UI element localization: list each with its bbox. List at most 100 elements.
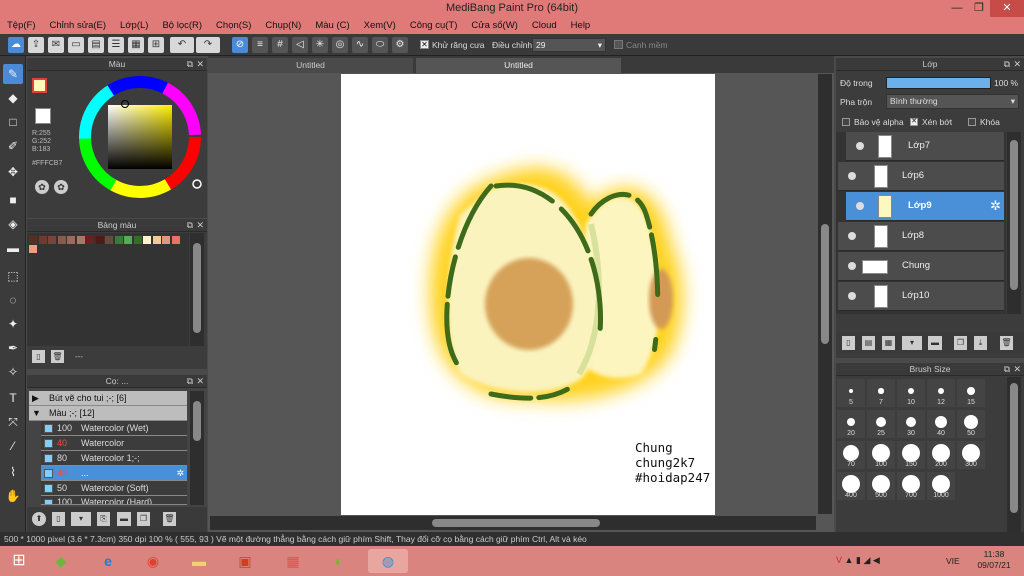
menu-tools[interactable]: Công cụ(T) bbox=[403, 18, 465, 34]
close-icon[interactable]: ✕ bbox=[196, 375, 204, 388]
bluestacks-icon[interactable]: ◆ bbox=[48, 549, 74, 573]
undo-icon[interactable]: ↶ bbox=[170, 37, 194, 53]
layer-row[interactable]: Lớp8 bbox=[838, 222, 1004, 251]
brush-size-option[interactable]: 15 bbox=[957, 379, 985, 407]
circle-snap-icon[interactable]: ◎ bbox=[332, 37, 348, 53]
blend-select[interactable]: Bình thường ▾ bbox=[886, 94, 1019, 109]
palette-swatch[interactable] bbox=[76, 236, 85, 244]
canvas-horizontal-scrollbar[interactable] bbox=[210, 516, 816, 530]
popout-icon[interactable]: ⧉ bbox=[1004, 58, 1010, 71]
windows-start-icon[interactable]: ⊞ bbox=[6, 549, 32, 573]
drawing-canvas[interactable]: Chung chung2k7 #hoidap247 bbox=[341, 74, 715, 515]
antialias-checkbox[interactable]: ✕ bbox=[420, 40, 429, 49]
tab-untitled-1[interactable]: Untitled bbox=[208, 58, 413, 73]
menu-help[interactable]: Help bbox=[564, 18, 598, 34]
hand-tool-icon[interactable]: ✋ bbox=[3, 486, 23, 506]
brush-size-option[interactable]: 50 bbox=[957, 410, 985, 438]
magic-wand-tool-icon[interactable]: ✦ bbox=[3, 314, 23, 334]
divide-tool-icon[interactable]: ⁄ bbox=[3, 436, 23, 456]
brush-scrollbar[interactable] bbox=[190, 391, 204, 505]
medibang-icon[interactable]: ◍ bbox=[368, 549, 408, 573]
brush-item-row[interactable]: 50 Watercolor (Soft) bbox=[41, 481, 187, 496]
lock-checkbox[interactable] bbox=[968, 118, 976, 126]
text-tool-icon[interactable]: T bbox=[3, 388, 23, 408]
duplicate-layer-icon[interactable]: ❐ bbox=[954, 336, 967, 350]
palette-swatch[interactable] bbox=[48, 236, 56, 244]
brush-size-option[interactable]: 700 bbox=[897, 472, 925, 500]
powerpoint-icon[interactable]: ▣ bbox=[232, 549, 258, 573]
brush-copy-icon[interactable]: ⎘ bbox=[97, 512, 110, 526]
file-explorer-icon[interactable]: ▬ bbox=[186, 549, 212, 573]
layer-row[interactable]: Lớp7 bbox=[846, 132, 1004, 161]
menu-color[interactable]: Màu (C) bbox=[308, 18, 356, 34]
menu-file[interactable]: Tệp(F) bbox=[0, 18, 43, 34]
tray-icons[interactable]: V ▲ ▮ ◢ ◀ bbox=[836, 555, 880, 566]
upload-icon[interactable]: ⇪ bbox=[28, 37, 44, 53]
brush-group-row[interactable]: ▶ Bút vẽ cho tui ;-; [6] bbox=[29, 391, 187, 406]
brush-size-option[interactable]: 500 bbox=[867, 472, 895, 500]
layer-scrollbar[interactable] bbox=[1007, 132, 1021, 314]
lasso-tool-icon[interactable]: ◌ bbox=[3, 290, 23, 310]
restore-button[interactable]: ❐ bbox=[966, 0, 992, 17]
palette-swatch[interactable] bbox=[162, 236, 170, 244]
brush-size-option[interactable]: 30 bbox=[897, 410, 925, 438]
ellipse-snap-icon[interactable]: ⬭ bbox=[372, 37, 388, 53]
palette-swatch[interactable] bbox=[57, 236, 66, 244]
grid-icon[interactable]: ▦ bbox=[128, 37, 144, 53]
close-icon[interactable]: ✕ bbox=[1013, 58, 1021, 71]
menu-layer[interactable]: Lớp(L) bbox=[113, 18, 155, 34]
clipping-checkbox[interactable]: ✕ bbox=[910, 118, 918, 126]
move-tool-icon[interactable]: ✥ bbox=[3, 162, 23, 182]
brush-size-option[interactable]: 100 bbox=[867, 441, 895, 469]
canvas-vertical-scrollbar[interactable] bbox=[818, 74, 832, 514]
brush-group-row[interactable]: ▼ Màu ;-; [12] bbox=[29, 406, 187, 421]
brush-size-option[interactable]: 400 bbox=[837, 472, 865, 500]
correction-select[interactable]: 29 ▾ bbox=[532, 38, 606, 52]
new-layer-icon[interactable]: ▯ bbox=[842, 336, 855, 350]
brush-size-option[interactable]: 7 bbox=[867, 379, 895, 407]
palette-swatch[interactable] bbox=[152, 236, 161, 244]
popout-icon[interactable]: ⧉ bbox=[1004, 363, 1010, 376]
palette-swatch[interactable] bbox=[133, 236, 142, 244]
network-icon[interactable]: ◢ bbox=[863, 555, 870, 565]
palette-swatch[interactable] bbox=[95, 236, 104, 244]
palette-edit-icon[interactable]: ✿ bbox=[54, 180, 68, 194]
fill-rect-tool-icon[interactable]: ■ bbox=[3, 190, 23, 210]
menu-cloud[interactable]: Cloud bbox=[525, 18, 564, 34]
layer-row-selected[interactable]: Lớp9 ✲ bbox=[846, 192, 1004, 221]
app-icon[interactable]: ▦ bbox=[280, 549, 306, 573]
brush-size-option[interactable]: 1000 bbox=[927, 472, 955, 500]
gradient-tool-icon[interactable]: ▬ bbox=[3, 238, 23, 258]
visibility-icon[interactable] bbox=[848, 172, 856, 180]
layer-row[interactable]: Chung bbox=[838, 252, 1004, 281]
snap-checkbox[interactable] bbox=[614, 40, 623, 49]
merge-down-icon[interactable]: ⤓ bbox=[974, 336, 987, 350]
chat-icon[interactable]: ✉ bbox=[48, 37, 64, 53]
menu-window[interactable]: Cửa sổ(W) bbox=[464, 18, 524, 34]
trash-icon[interactable]: 🗑 bbox=[51, 350, 64, 363]
new-8bit-layer-icon[interactable]: ▦ bbox=[882, 336, 895, 350]
brush-tool-icon[interactable]: ✎ bbox=[3, 64, 23, 84]
chrome-icon[interactable]: ◉ bbox=[140, 549, 166, 573]
palette-swatch[interactable] bbox=[143, 236, 151, 244]
bucket-tool-icon[interactable]: ◈ bbox=[3, 214, 23, 234]
operation-tool-icon[interactable]: ⤧ bbox=[3, 412, 23, 432]
select-eraser-tool-icon[interactable]: ✧ bbox=[3, 362, 23, 382]
palette-swatch[interactable] bbox=[29, 245, 37, 253]
foreground-color-swatch[interactable] bbox=[32, 78, 47, 93]
duplicate-icon[interactable]: ❐ bbox=[137, 512, 150, 526]
visibility-icon[interactable] bbox=[848, 262, 856, 270]
app-icon[interactable]: ◐ bbox=[326, 549, 352, 573]
popout-icon[interactable]: ⧉ bbox=[187, 58, 193, 71]
trash-icon[interactable]: 🗑 bbox=[163, 512, 176, 526]
layer-menu-icon[interactable]: ▾ bbox=[902, 336, 922, 350]
palette-swatch[interactable] bbox=[105, 236, 113, 244]
brush-size-scrollbar[interactable] bbox=[1007, 377, 1021, 532]
brush-item-row-selected[interactable]: 40... ✲ bbox=[41, 466, 187, 481]
popout-icon[interactable]: ⧉ bbox=[187, 219, 193, 232]
trash-icon[interactable]: 🗑 bbox=[1000, 336, 1013, 350]
gear-icon[interactable]: ✲ bbox=[176, 466, 184, 481]
palette-swatch[interactable] bbox=[38, 236, 47, 244]
layer-row[interactable]: Lớp6 bbox=[838, 162, 1004, 191]
brush-size-option[interactable]: 150 bbox=[897, 441, 925, 469]
